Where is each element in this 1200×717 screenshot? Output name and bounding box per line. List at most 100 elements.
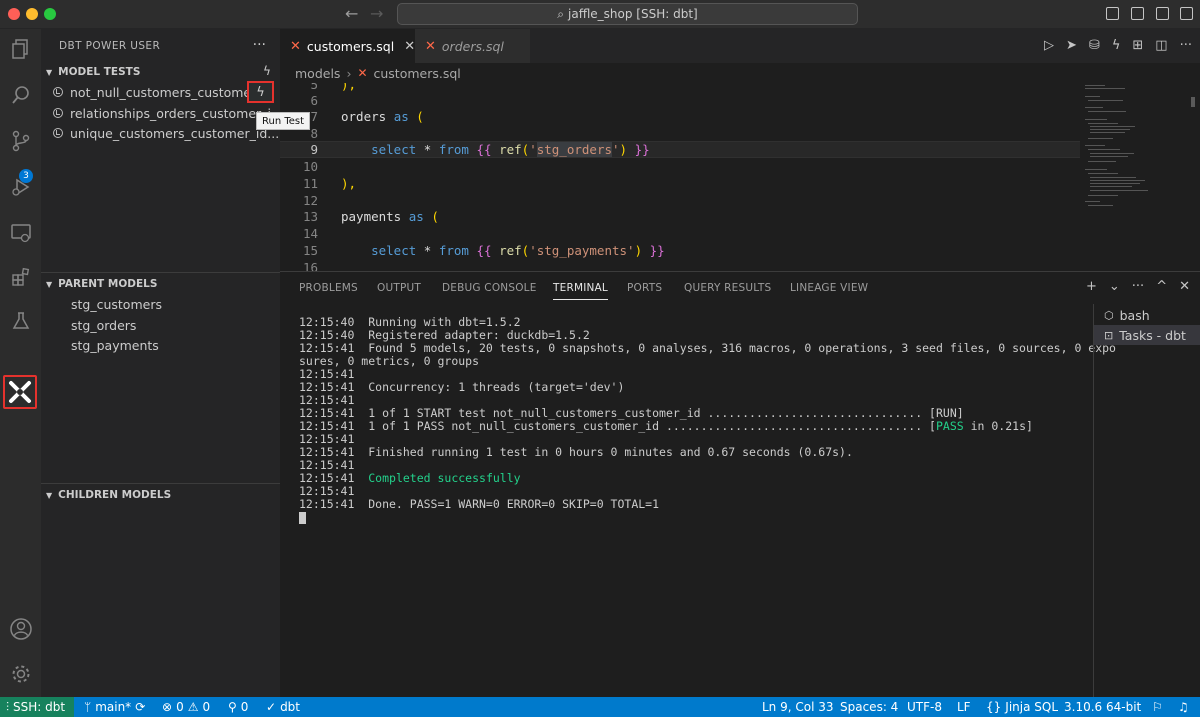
status-bar: ⫶ SSH: dbt ᛘ main* ⟳ ⊗ 0 ⚠ 0 ⚲ 0 ✓ dbt L… [0,697,1200,717]
code-line: 8 [310,126,318,141]
back-arrow-icon[interactable]: ← [345,4,358,23]
command-center[interactable]: ⌕ jaffle_shop [SSH: dbt] [397,3,858,25]
dbt-power-user-icon[interactable] [3,375,37,409]
end-of-line[interactable]: LF [957,697,971,717]
notifications-bell-icon[interactable]: ♫ [1178,697,1189,717]
cursor-position[interactable]: Ln 9, Col 33 [762,697,834,717]
language-mode[interactable]: {} Jinja SQL [986,697,1058,717]
error-count: 0 [176,700,184,714]
parent-model-item[interactable]: stg_payments [41,335,280,355]
more-actions-button[interactable]: ··· [253,37,266,53]
terminal-output[interactable]: 12:15:40 Running with dbt=1.5.2 12:15:40… [299,316,1116,524]
terminal-tasks-dbt[interactable]: ⊡ Tasks - dbt [1094,325,1200,345]
tab-customers-sql[interactable]: ✕ customers.sql ✕ [280,29,415,63]
database-icon[interactable]: ⛁ [1089,38,1100,53]
run-icon[interactable]: ▷ [1044,38,1054,53]
window-minimize-button[interactable] [26,8,38,20]
minimap[interactable] [1080,83,1190,271]
send-icon[interactable]: ➤ [1066,38,1077,53]
new-terminal-icon[interactable]: + [1086,279,1097,294]
accounts-icon[interactable] [0,611,41,647]
dbt-file-icon: ✕ [425,38,436,54]
pass-status: PASS [935,419,964,433]
toggle-primary-sidebar-icon[interactable] [1106,7,1119,20]
run-debug-icon[interactable] [0,169,41,205]
breadcrumb-folder[interactable]: models [295,66,340,81]
dbt-status[interactable]: ✓ dbt [266,697,300,717]
close-icon[interactable]: ✕ [1179,279,1190,294]
tab-lineage-view[interactable]: LINEAGE VIEW [790,282,868,294]
code-line-current: 9 select * from {{ ref('stg_orders') }} [280,141,1080,158]
customize-layout-icon[interactable] [1180,7,1193,20]
indentation[interactable]: Spaces: 4 [840,697,898,717]
code-line: 7 orders as ( [310,109,424,124]
terminal-bash[interactable]: ⬡ bash [1094,305,1200,325]
cube-icon: ⬡ [1104,308,1114,322]
testing-flask-icon[interactable] [0,303,41,339]
python-interpreter[interactable]: 3.10.6 64-bit [1064,697,1141,717]
error-icon: ⊗ [162,700,173,714]
section-parent-models[interactable]: ▼ PARENT MODELS [41,274,280,294]
window-maximize-button[interactable] [44,8,56,20]
parent-model-item[interactable]: stg_orders [41,315,280,335]
test-item-label: not_null_customers_custome... [70,84,264,100]
close-icon[interactable]: ✕ [404,39,415,54]
editor-tabs: ✕ customers.sql ✕ ✕ orders.sql ▷ ➤ ⛁ ϟ ⊞… [280,29,1200,63]
section-children-models[interactable]: ▼ CHILDREN MODELS [41,485,280,505]
manage-gear-icon[interactable] [0,656,41,692]
editor-actions: ▷ ➤ ⛁ ϟ ⊞ ◫ ··· [1044,38,1192,53]
lineage-icon[interactable]: ⊞ [1132,38,1143,53]
source-control-icon[interactable] [0,123,41,159]
run-all-tests-icon[interactable]: ϟ [263,64,271,78]
terminal-icon: ⊡ [1104,328,1114,342]
section-model-tests[interactable]: ▼ MODEL TESTS [41,62,280,82]
remote-label: SSH: dbt [13,700,66,714]
breadcrumb-file[interactable]: customers.sql [374,66,461,81]
encoding[interactable]: UTF-8 [907,697,942,717]
run-test-button[interactable]: ϟ [247,81,274,103]
extensions-icon[interactable] [0,259,41,295]
test-item[interactable]: not_null_customers_custome... [41,82,280,102]
editor-scrollbar[interactable] [1191,97,1195,107]
more-icon[interactable]: ··· [1180,38,1192,53]
tab-query-results[interactable]: QUERY RESULTS [684,282,771,294]
more-icon[interactable]: ··· [1132,279,1144,294]
ports-indicator[interactable]: ⚲ 0 [228,697,248,717]
test-item[interactable]: unique_customers_customer_id.... [41,123,280,143]
remote-indicator[interactable]: ⫶ SSH: dbt [0,697,74,717]
lightning-icon[interactable]: ϟ [1112,38,1121,53]
tab-terminal[interactable]: TERMINAL [553,282,608,300]
test-item[interactable]: relationships_orders_customer_i [41,103,280,123]
run-test-tooltip: Run Test [256,112,311,130]
problems-indicator[interactable]: ⊗ 0 ⚠ 0 [162,697,210,717]
remote-icon: ⫶ [6,699,10,714]
tab-debug-console[interactable]: DEBUG CONSOLE [442,282,537,294]
tab-problems[interactable]: PROBLEMS [299,282,358,294]
split-editor-icon[interactable]: ◫ [1155,38,1167,53]
window-close-button[interactable] [8,8,20,20]
chevron-down-icon[interactable]: ⌄ [1109,279,1120,294]
maximize-panel-icon[interactable]: ^ [1156,279,1167,294]
remote-explorer-icon[interactable] [0,215,41,251]
tab-output[interactable]: OUTPUT [377,282,421,294]
code-line: 13 payments as ( [302,209,439,224]
search-icon[interactable] [0,77,41,113]
completed-status: Completed successfully [368,471,521,485]
toggle-secondary-sidebar-icon[interactable] [1156,7,1169,20]
live-share-icon[interactable]: ⚐ [1152,697,1163,717]
explorer-icon[interactable] [0,31,41,67]
test-status-icon [53,87,63,97]
parent-model-item[interactable]: stg_customers [41,294,280,314]
tab-orders-sql[interactable]: ✕ orders.sql [415,29,530,63]
section-divider [41,483,280,484]
test-status-icon [53,128,63,138]
section-children-models-label: CHILDREN MODELS [58,489,172,501]
sidebar-title: DBT POWER USER [59,40,161,52]
tab-ports[interactable]: PORTS [627,282,662,294]
code-editor[interactable]: 5 ), 6 7 orders as ( 8 9 select * from {… [280,83,1200,271]
forward-arrow-icon[interactable]: → [370,4,383,23]
branch-indicator[interactable]: ᛘ main* ⟳ [84,697,145,717]
lightning-icon: ϟ [256,84,265,100]
toggle-panel-icon[interactable] [1131,7,1144,20]
code-line: 6 [310,93,318,108]
